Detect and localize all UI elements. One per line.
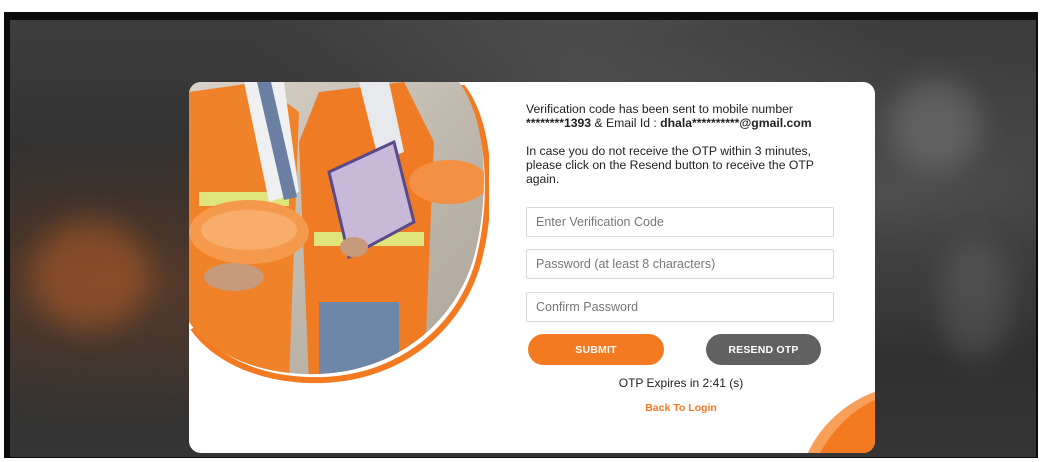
sent-notice: Verification code has been sent to mobil… [526,102,846,130]
masked-email: dhala**********@gmail.com [660,116,812,130]
otp-expiry-timer: OTP Expires in 2:41 (s) [618,376,744,390]
corner-swoosh-decoration [807,391,875,453]
resend-line-3: again. [526,172,560,186]
password-input[interactable] [526,249,834,279]
submit-button[interactable]: SUBMIT [528,334,664,365]
email-label: & Email Id : [591,116,661,130]
resend-line-1: In case you do not receive the OTP withi… [526,144,811,158]
verification-message: Verification code has been sent to mobil… [526,102,846,186]
resend-otp-button[interactable]: RESEND OTP [706,334,821,365]
resend-line-2: please click on the Resend button to rec… [526,158,814,172]
masked-mobile: ********1393 [526,116,592,130]
otp-verification-card: Verification code has been sent to mobil… [189,82,875,453]
confirm-password-input[interactable] [526,292,834,322]
resend-instructions: In case you do not receive the OTP withi… [526,144,846,186]
sent-line: Verification code has been sent to mobil… [526,102,793,116]
construction-workers-photo [189,82,491,392]
back-to-login-link[interactable]: Back To Login [526,402,836,414]
verification-code-input[interactable] [526,207,834,237]
